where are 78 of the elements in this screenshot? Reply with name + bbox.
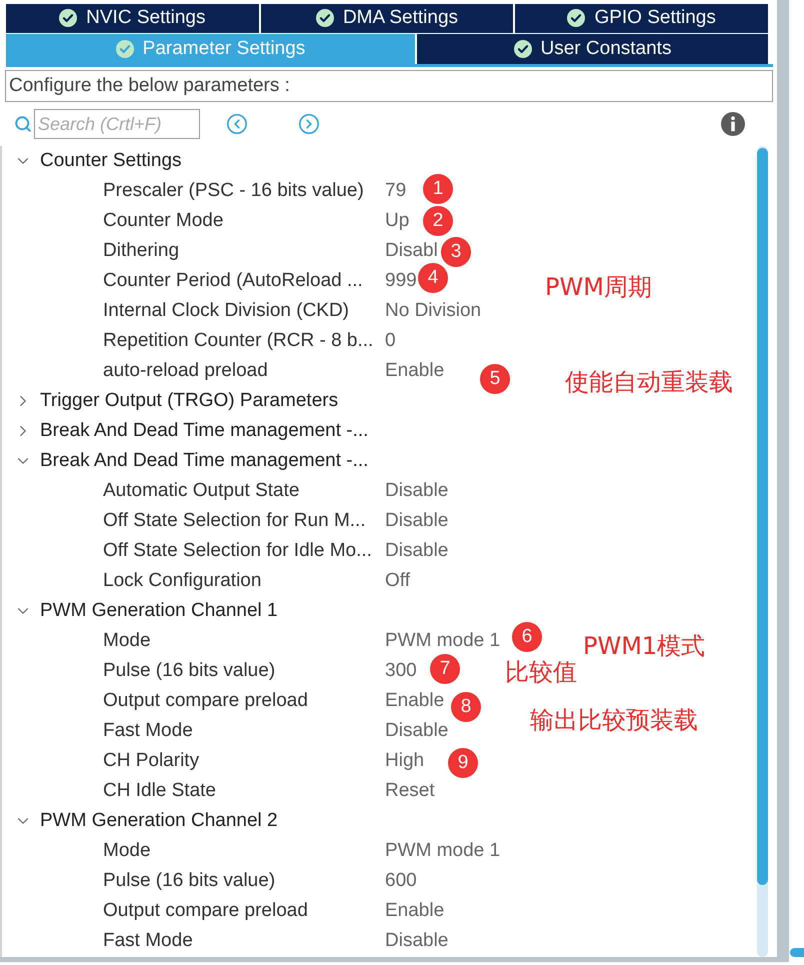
search-icon[interactable]: [14, 115, 32, 133]
description-box: Configure the below parameters :: [5, 70, 773, 102]
number-badge: 2: [423, 206, 453, 236]
parameter-label: Output compare preload: [103, 688, 309, 713]
check-circle-icon: [567, 9, 586, 28]
number-badge: 5: [480, 364, 510, 394]
search-field[interactable]: Search (Crtl+F): [34, 109, 200, 139]
circle-chevron-left-icon[interactable]: [226, 113, 248, 135]
annotation-text: PWM1模式: [583, 632, 706, 660]
parameter-label: Fast Mode: [103, 928, 194, 953]
info-icon[interactable]: [721, 112, 745, 136]
parameter-value: Disable: [385, 508, 448, 533]
parameter-value: Enable: [385, 688, 444, 713]
parameter-value: Disabl: [385, 238, 438, 263]
number-badge: 9: [448, 748, 478, 778]
number-badge: 4: [418, 263, 448, 293]
parameter-value: Disable: [385, 718, 448, 743]
parameter-value: Disable: [385, 478, 448, 503]
parameter-value: PWM mode 1: [385, 628, 500, 653]
section-label: Counter Settings: [40, 148, 182, 173]
parameter-label: Automatic Output State: [103, 478, 300, 503]
parameter-value: 300: [385, 658, 417, 683]
parameter-label: Lock Configuration: [103, 568, 262, 593]
parameter-label: Mode: [103, 838, 152, 863]
parameter-label: CH Idle State: [103, 778, 217, 803]
parameter-label: Prescaler (PSC - 16 bits value): [103, 178, 365, 203]
parameter-value: Enable: [385, 358, 444, 383]
parameter-label: Pulse (16 bits value): [103, 868, 276, 893]
parameter-label: Counter Mode: [103, 208, 224, 233]
parameter-label: Dithering: [103, 238, 180, 263]
parameter-label: Counter Period (AutoReload ...: [103, 268, 364, 293]
scrollbar-thumb[interactable]: [790, 948, 804, 957]
parameter-label: auto-reload preload: [103, 358, 269, 383]
tab[interactable]: GPIO Settings: [515, 4, 768, 32]
parameter-value: Reset: [385, 778, 435, 803]
annotation-text: 输出比较预装载: [530, 706, 698, 734]
check-circle-icon: [116, 40, 134, 58]
parameter-value: 600: [385, 868, 417, 893]
parameter-label: Output compare preload: [103, 898, 309, 923]
parameter-value: High: [385, 748, 424, 773]
parameter-label: Off State Selection for Idle Mo...: [103, 538, 373, 563]
parameter-label: Internal Clock Division (CKD): [103, 298, 350, 323]
parameter-value: PWM mode 1: [385, 838, 500, 863]
number-badge: 3: [441, 237, 471, 267]
parameter-value: 0: [385, 328, 396, 353]
parameter-value: 999: [385, 268, 417, 293]
parameter-label: CH Polarity: [103, 748, 200, 773]
check-circle-icon: [514, 40, 532, 58]
parameter-value: 79: [385, 178, 406, 203]
section-label: Break And Dead Time management -...: [40, 418, 368, 443]
parameter-label: Repetition Counter (RCR - 8 b...: [103, 328, 374, 353]
annotation-text: 比较值: [505, 658, 577, 686]
section-label: Break And Dead Time management -...: [40, 448, 368, 473]
parameter-value: Enable: [385, 898, 444, 923]
parameter-value: Off: [385, 568, 410, 593]
parameter-label: Pulse (16 bits value): [103, 658, 276, 683]
section-label: PWM Generation Channel 1: [40, 598, 278, 623]
parameter-value: Disable: [385, 538, 448, 563]
number-badge: 8: [451, 692, 481, 722]
annotation-text: PWM周期: [545, 273, 652, 301]
annotation-text: 使能自动重装载: [565, 368, 733, 396]
tab[interactable]: User Constants: [417, 34, 768, 64]
parameter-label: Off State Selection for Run M...: [103, 508, 367, 533]
number-badge: 1: [423, 174, 453, 204]
check-circle-icon: [59, 9, 78, 28]
section-label: PWM Generation Channel 2: [40, 808, 278, 833]
circle-chevron-right-icon[interactable]: [298, 113, 320, 135]
parameter-value: No Division: [385, 298, 482, 323]
number-badge: 7: [430, 654, 460, 684]
parameter-value: Up: [385, 208, 410, 233]
parameter-label: Mode: [103, 628, 152, 653]
parameter-value: Disable: [385, 928, 448, 953]
tab[interactable]: DMA Settings: [260, 4, 514, 32]
parameter-label: Fast Mode: [103, 718, 194, 743]
number-badge: 6: [512, 622, 542, 652]
tab[interactable]: NVIC Settings: [6, 4, 259, 32]
section-label: Trigger Output (TRGO) Parameters: [40, 388, 338, 413]
check-circle-icon: [316, 9, 334, 28]
